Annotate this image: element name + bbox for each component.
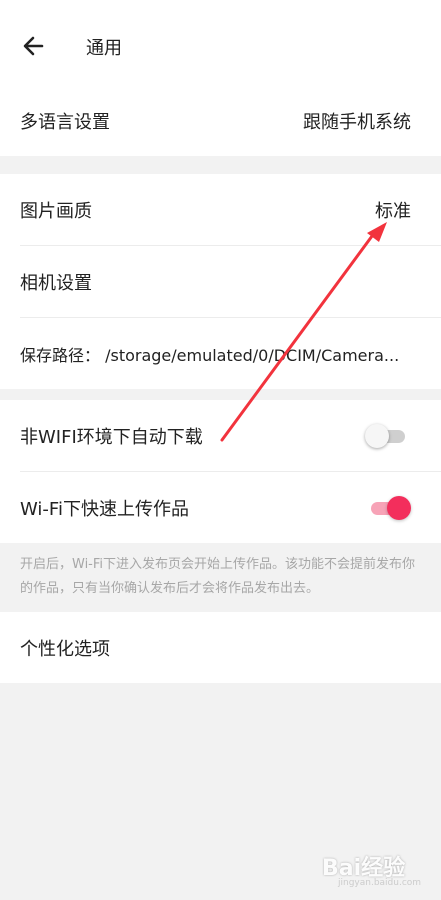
media-section: 图片画质 标准 相机设置 保存路径： /storage/emulated/0/D… (0, 174, 441, 389)
language-setting-row[interactable]: 多语言设置 跟随手机系统 (0, 85, 441, 156)
personalization-row[interactable]: 个性化选项 (0, 612, 441, 683)
baidu-jingyan-watermark: Bai经验 jingyan.baidu.com (322, 850, 422, 890)
top-bar: 通用 (0, 0, 441, 86)
personalization-label: 个性化选项 (20, 638, 110, 660)
wifi-fast-upload-row: Wi-Fi下快速上传作品 (20, 471, 441, 543)
image-quality-value: 标准 (375, 200, 411, 222)
non-wifi-download-toggle[interactable] (365, 423, 411, 449)
save-path-label: 保存路径： /storage/emulated/0/DCIM/Camera... (20, 345, 400, 365)
non-wifi-download-label: 非WIFI环境下自动下载 (20, 426, 203, 448)
watermark-url: jingyan.baidu.com (338, 878, 422, 888)
wifi-fast-upload-toggle[interactable] (365, 495, 411, 521)
non-wifi-download-row: 非WIFI环境下自动下载 (0, 400, 441, 471)
language-setting-label: 多语言设置 (20, 111, 110, 133)
back-arrow-icon[interactable] (20, 30, 52, 62)
upload-description: 开启后，Wi-Fi下进入发布页会开始上传作品。该功能不会提前发布你的作品，只有当… (20, 557, 416, 596)
camera-settings-label: 相机设置 (20, 272, 92, 294)
save-path-row[interactable]: 保存路径： /storage/emulated/0/DCIM/Camera... (20, 317, 441, 389)
image-quality-row[interactable]: 图片画质 标准 (0, 174, 441, 245)
page-title: 通用 (86, 38, 122, 59)
language-setting-value: 跟随手机系统 (303, 111, 411, 133)
network-section: 非WIFI环境下自动下载 Wi-Fi下快速上传作品 (0, 400, 441, 543)
image-quality-label: 图片画质 (20, 200, 92, 222)
wifi-fast-upload-label: Wi-Fi下快速上传作品 (20, 498, 189, 520)
toggle-knob (365, 423, 389, 448)
personalization-section: 个性化选项 (0, 612, 441, 683)
toggle-knob (387, 495, 411, 520)
language-section: 多语言设置 跟随手机系统 (0, 85, 441, 156)
camera-settings-row[interactable]: 相机设置 (20, 245, 441, 317)
